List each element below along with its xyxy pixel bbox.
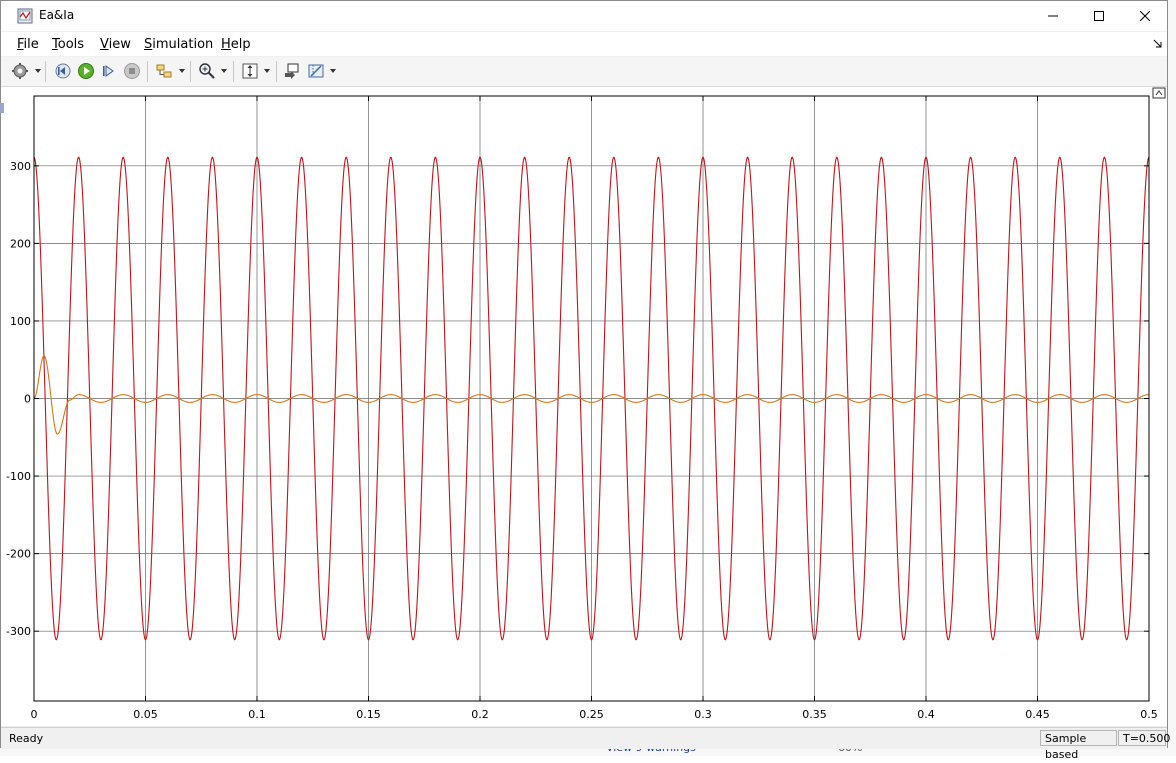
- zoom-dropdown-icon[interactable]: [221, 69, 227, 73]
- signal-selector-dropdown-icon[interactable]: [179, 69, 185, 73]
- x-tick-label: 0.2: [471, 708, 489, 721]
- scope-app-icon: [17, 8, 33, 24]
- menu-simulation[interactable]: Simulation: [144, 37, 213, 52]
- background-window-bottom: [0, 748, 1176, 756]
- settings-dropdown-icon[interactable]: [35, 69, 41, 73]
- scope-plot-area: 0 0.05 0.1 0.15 0.2 0.25 0.3 0.35 0.4 0.45 0.5 300 2…: [1, 87, 1167, 726]
- simulation-time-indicator: T=0.500: [1118, 730, 1170, 746]
- menu-tools[interactable]: Tools: [52, 37, 84, 52]
- toolbar-separator: [190, 61, 191, 82]
- scope-window: Ea&Ia File Tools View Simulation Help 0 …: [0, 0, 1170, 761]
- x-tick-label: 0.05: [133, 708, 158, 721]
- x-tick-label: 0.4: [917, 708, 935, 721]
- toolbar-separator: [147, 61, 148, 82]
- toolbar-separator: [276, 61, 277, 82]
- window-title: Ea&Ia: [39, 8, 75, 22]
- cursor-measurements-icon[interactable]: [307, 62, 325, 80]
- x-tick-label: 0.15: [356, 708, 381, 721]
- sample-mode-indicator: Sample based: [1040, 730, 1117, 761]
- status-ready: Ready: [9, 732, 44, 745]
- background-window-marker: [0, 103, 4, 113]
- zoom-icon[interactable]: [198, 62, 216, 80]
- x-tick-label: 0: [31, 708, 38, 721]
- y-tick-label: -300: [6, 625, 31, 638]
- y-tick-label: -200: [6, 548, 31, 561]
- gear-icon[interactable]: [11, 62, 29, 80]
- close-button[interactable]: [1122, 1, 1168, 31]
- scope-chart[interactable]: 0 0.05 0.1 0.15 0.2 0.25 0.3 0.35 0.4 0.45 0.5 300 2…: [1, 87, 1167, 726]
- x-tick-label: 0.1: [248, 708, 266, 721]
- x-tick-label: 0.25: [579, 708, 604, 721]
- toolbar-separator: [45, 61, 46, 82]
- highlight-simulink-block-icon[interactable]: [283, 62, 301, 80]
- y-tick-label: 200: [10, 237, 31, 250]
- x-tick-label: 0.45: [1025, 708, 1050, 721]
- menu-bar: File Tools View Simulation Help: [1, 32, 1167, 56]
- y-tick-label: -100: [6, 470, 31, 483]
- minimize-button[interactable]: [1030, 1, 1076, 31]
- x-tick-label: 0.3: [694, 708, 712, 721]
- y-tick-label: 0: [24, 393, 31, 406]
- menu-file[interactable]: File: [17, 37, 39, 52]
- run-icon[interactable]: [77, 62, 95, 80]
- menu-view[interactable]: View: [100, 37, 131, 52]
- toolbar: [1, 57, 1167, 87]
- y-tick-label: 100: [10, 315, 31, 328]
- step-back-icon[interactable]: [54, 62, 72, 80]
- status-bar: Ready Sample based T=0.500: [1, 727, 1170, 761]
- signal-selector-icon[interactable]: [155, 62, 173, 80]
- close-icon: [1140, 11, 1150, 21]
- toolbar-separator: [233, 61, 234, 82]
- x-tick-label: 0.5: [1140, 708, 1158, 721]
- autoscale-icon[interactable]: [241, 62, 259, 80]
- maximize-icon: [1094, 11, 1104, 21]
- title-bar[interactable]: Ea&Ia: [1, 1, 1167, 31]
- menu-help[interactable]: Help: [221, 37, 251, 52]
- measurements-dropdown-icon[interactable]: [330, 69, 336, 73]
- maximize-axes-button[interactable]: [1152, 87, 1166, 99]
- autoscale-dropdown-icon[interactable]: [264, 69, 270, 73]
- maximize-button[interactable]: [1076, 1, 1122, 31]
- y-tick-label: 300: [10, 160, 31, 173]
- step-forward-icon[interactable]: [100, 62, 118, 80]
- stop-icon[interactable]: [123, 62, 141, 80]
- background-window-edge: [1168, 0, 1176, 756]
- x-tick-label: 0.35: [802, 708, 827, 721]
- dock-arrow-icon[interactable]: [1153, 39, 1163, 49]
- minimize-icon: [1048, 15, 1058, 17]
